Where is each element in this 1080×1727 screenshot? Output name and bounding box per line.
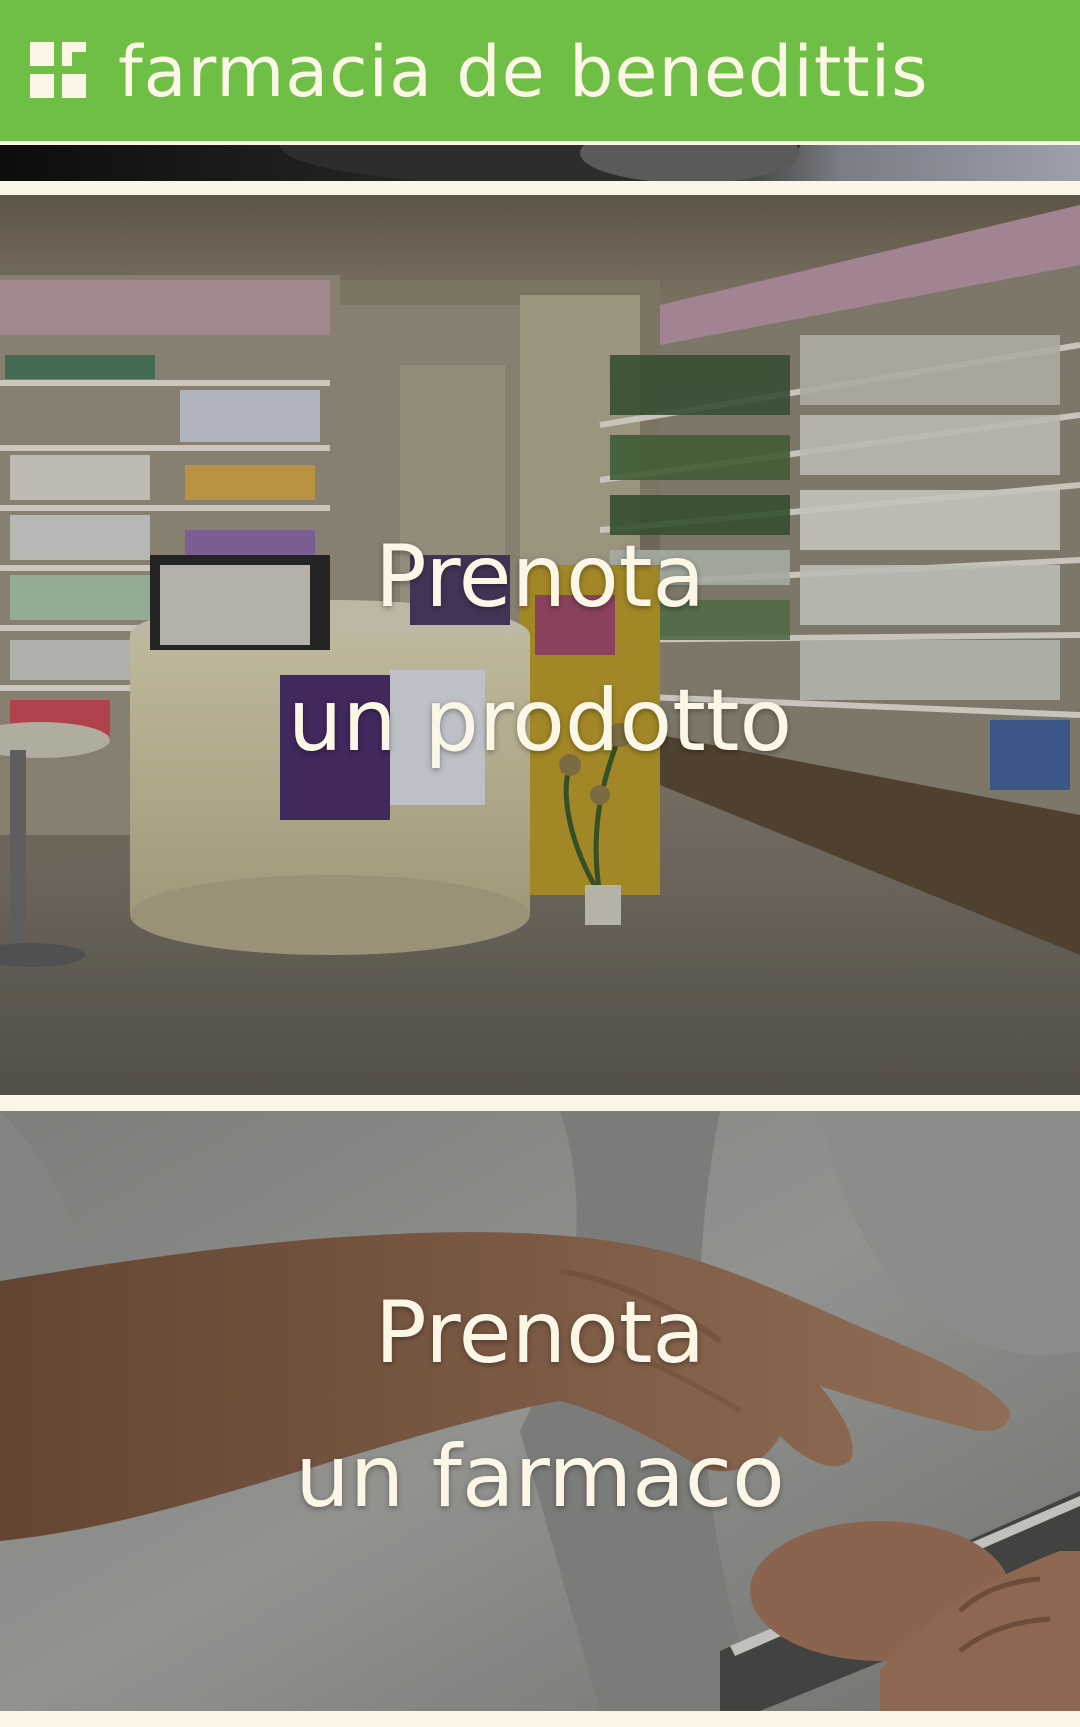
- section-gap: [0, 1095, 1080, 1111]
- prenota-farmaco-label[interactable]: Prenota un farmaco: [0, 1261, 1080, 1549]
- cta-line-2: un prodotto: [287, 671, 793, 771]
- section-gap: [0, 1711, 1080, 1727]
- prenota-farmaco-card[interactable]: Prenota un farmaco: [0, 1111, 1080, 1711]
- pharmacy-logo-icon[interactable]: [30, 42, 88, 100]
- section-gap: [0, 181, 1080, 195]
- prenota-prodotto-card[interactable]: Prenota un prodotto: [0, 195, 1080, 1095]
- cta-line-1: Prenota: [374, 527, 706, 627]
- hero-image-strip: [0, 145, 1080, 181]
- cta-line-2: un farmaco: [295, 1427, 785, 1527]
- site-header: farmacia de benedittis: [0, 0, 1080, 141]
- brand-title[interactable]: farmacia de benedittis: [118, 22, 929, 122]
- prenota-prodotto-label[interactable]: Prenota un prodotto: [0, 505, 1080, 793]
- cta-line-1: Prenota: [374, 1283, 706, 1383]
